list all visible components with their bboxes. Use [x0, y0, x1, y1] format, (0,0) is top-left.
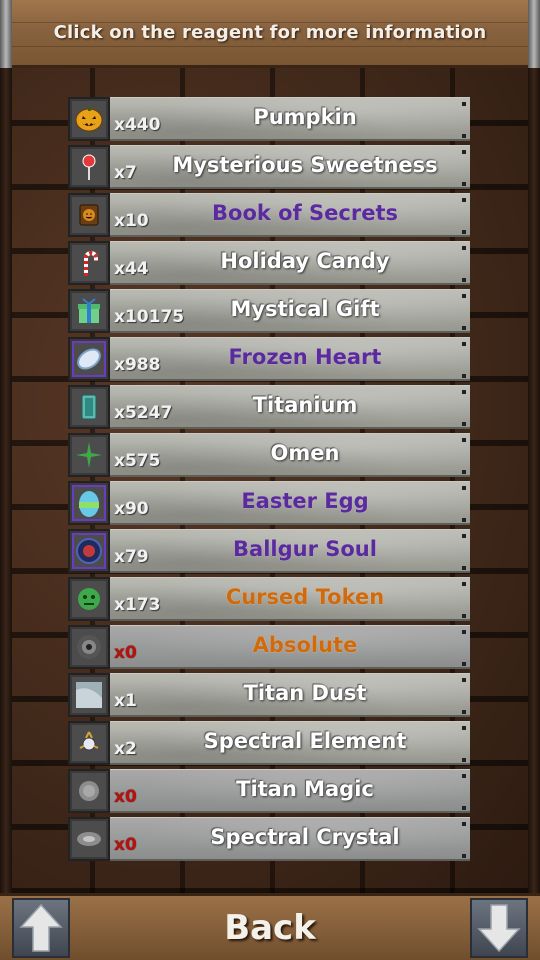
- reagent-stone-plate: x44 Holiday Candy: [110, 241, 470, 285]
- reagent-stone-plate: x10 Book of Secrets: [110, 193, 470, 237]
- reagent-row[interactable]: x5247 Titanium: [68, 385, 470, 429]
- reagent-name: Mystical Gift: [230, 297, 380, 321]
- arrow-down-icon: [477, 904, 521, 953]
- reagent-name: Book of Secrets: [212, 201, 398, 225]
- reagent-stone-plate: x0 Titan Magic: [110, 769, 470, 813]
- reagent-icon-frame: [68, 769, 110, 813]
- reagent-icon-frame: [68, 385, 110, 429]
- reagent-icon-frame: [68, 433, 110, 477]
- banner-cap-right: [528, 0, 540, 68]
- reagent-row[interactable]: x1 Titan Dust: [68, 673, 470, 717]
- reagent-stone-plate: x0 Absolute: [110, 625, 470, 669]
- reagent-list: x440 Pumpkin x7 Mysterious Sweetness x10 Book…: [68, 97, 470, 865]
- arrow-up-icon: [19, 903, 63, 952]
- back-button[interactable]: Back: [72, 896, 468, 960]
- reagent-name: Easter Egg: [241, 489, 369, 513]
- reagent-row[interactable]: x0 Absolute: [68, 625, 470, 669]
- reagent-row[interactable]: x7 Mysterious Sweetness: [68, 145, 470, 189]
- reagent-row[interactable]: x988 Frozen Heart: [68, 337, 470, 381]
- reagent-stone-plate: x10175 Mystical Gift: [110, 289, 470, 333]
- reagent-row[interactable]: x2 Spectral Element: [68, 721, 470, 765]
- reagent-row[interactable]: x10 Book of Secrets: [68, 193, 470, 237]
- reagent-icon-frame: [68, 481, 110, 525]
- reagent-row[interactable]: x173 Cursed Token: [68, 577, 470, 621]
- book-icon: [72, 197, 106, 233]
- spectral-crystal-icon: [72, 821, 106, 857]
- reagent-stone-plate: x440 Pumpkin: [110, 97, 470, 141]
- easter-egg-icon: [72, 485, 106, 521]
- reagent-row[interactable]: x575 Omen: [68, 433, 470, 477]
- reagent-stone-plate: x1 Titan Dust: [110, 673, 470, 717]
- titanium-icon: [72, 389, 106, 425]
- spectral-element-icon: [72, 725, 106, 761]
- gift-icon: [72, 293, 106, 329]
- reagent-name: Pumpkin: [253, 105, 357, 129]
- reagent-name: Titan Magic: [236, 777, 374, 801]
- reagent-row[interactable]: x90 Easter Egg: [68, 481, 470, 525]
- candy-cane-icon: [72, 245, 106, 281]
- soul-orb-icon: [72, 533, 106, 569]
- right-rail: [528, 66, 540, 894]
- frozen-heart-icon: [72, 341, 106, 377]
- reagent-name: Mysterious Sweetness: [172, 153, 438, 177]
- reagent-row[interactable]: x0 Spectral Crystal: [68, 817, 470, 861]
- reagent-name: Cursed Token: [225, 585, 385, 609]
- page-title: Click on the reagent for more informatio…: [53, 22, 487, 43]
- reagent-stone-plate: x173 Cursed Token: [110, 577, 470, 621]
- reagent-icon-frame: [68, 529, 110, 573]
- reagent-name: Frozen Heart: [228, 345, 382, 369]
- reagent-row[interactable]: x10175 Mystical Gift: [68, 289, 470, 333]
- reagent-name: Spectral Crystal: [210, 825, 400, 849]
- reagent-name: Titan Dust: [243, 681, 367, 705]
- reagent-icon-frame: [68, 289, 110, 333]
- pumpkin-icon: [72, 101, 106, 137]
- reagent-name: Absolute: [252, 633, 358, 657]
- reagent-icon-frame: [68, 721, 110, 765]
- cursed-token-icon: [72, 581, 106, 617]
- reagent-name: Titanium: [252, 393, 358, 417]
- reagent-name: Omen: [270, 441, 340, 465]
- scroll-up-button[interactable]: [12, 898, 70, 958]
- reagent-row[interactable]: x0 Titan Magic: [68, 769, 470, 813]
- reagent-icon-frame: [68, 193, 110, 237]
- reagent-row[interactable]: x44 Holiday Candy: [68, 241, 470, 285]
- reagent-icon-frame: [68, 241, 110, 285]
- dust-icon: [72, 677, 106, 713]
- reagent-stone-plate: x90 Easter Egg: [110, 481, 470, 525]
- reagent-icon-frame: [68, 145, 110, 189]
- lollipop-icon: [72, 149, 106, 185]
- reagent-icon-frame: [68, 577, 110, 621]
- reagent-stone-plate: x5247 Titanium: [110, 385, 470, 429]
- reagent-stone-plate: x575 Omen: [110, 433, 470, 477]
- reagent-icon-frame: [68, 97, 110, 141]
- reagent-row[interactable]: x79 Ballgur Soul: [68, 529, 470, 573]
- scroll-down-button[interactable]: [470, 898, 528, 958]
- reagent-name: Holiday Candy: [220, 249, 390, 273]
- reagent-icon-frame: [68, 673, 110, 717]
- reagent-icon-frame: [68, 337, 110, 381]
- reagent-stone-plate: x0 Spectral Crystal: [110, 817, 470, 861]
- banner-cap-left: [0, 0, 12, 68]
- header-banner: Click on the reagent for more informatio…: [0, 0, 540, 68]
- reagent-stone-plate: x2 Spectral Element: [110, 721, 470, 765]
- absolute-icon: [72, 629, 106, 665]
- left-rail: [0, 66, 12, 894]
- footer-bar: Back: [0, 893, 540, 960]
- titan-magic-icon: [72, 773, 106, 809]
- omen-icon: [72, 437, 106, 473]
- reagent-stone-plate: x79 Ballgur Soul: [110, 529, 470, 573]
- reagent-name: Spectral Element: [203, 729, 407, 753]
- reagent-stone-plate: x7 Mysterious Sweetness: [110, 145, 470, 189]
- reagent-icon-frame: [68, 817, 110, 861]
- reagent-stone-plate: x988 Frozen Heart: [110, 337, 470, 381]
- reagent-icon-frame: [68, 625, 110, 669]
- reagent-row[interactable]: x440 Pumpkin: [68, 97, 470, 141]
- reagent-name: Ballgur Soul: [233, 537, 377, 561]
